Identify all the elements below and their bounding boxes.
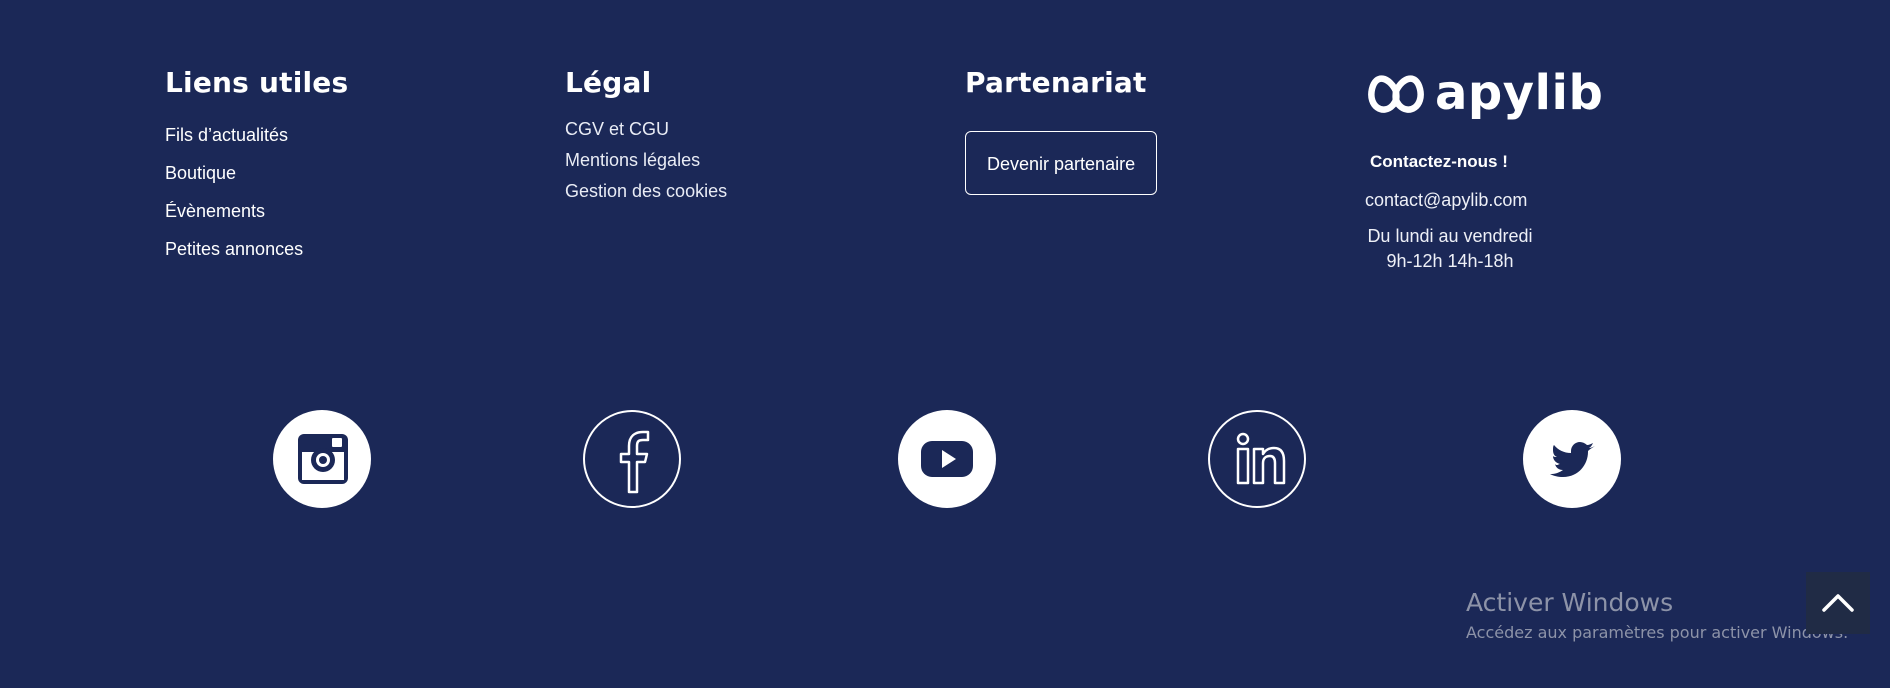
opening-hours: Du lundi au vendredi 9h-12h 14h-18h: [1365, 224, 1535, 274]
list-item: Mentions légales: [565, 146, 727, 177]
link-events[interactable]: Évènements: [165, 201, 265, 221]
list-item: Fils d’actualités: [165, 121, 348, 159]
youtube-link[interactable]: [898, 410, 996, 508]
windows-activation-watermark: Activer Windows Accédez aux paramètres p…: [1466, 588, 1848, 642]
link-cookie-settings[interactable]: Gestion des cookies: [565, 181, 727, 201]
facebook-link[interactable]: [583, 410, 681, 508]
link-news-feed[interactable]: Fils d’actualités: [165, 125, 288, 145]
partnership-title: Partenariat: [965, 66, 1147, 99]
hours-days: Du lundi au vendredi: [1367, 226, 1533, 246]
list-item: Évènements: [165, 197, 348, 235]
link-terms[interactable]: CGV et CGU: [565, 119, 669, 139]
link-classifieds[interactable]: Petites annonces: [165, 239, 303, 259]
activation-subtitle: Accédez aux paramètres pour activer Wind…: [1466, 623, 1849, 642]
chevron-up-icon: [1822, 594, 1854, 612]
instagram-icon: [298, 434, 348, 484]
logo-text: apylib: [1435, 65, 1604, 121]
scroll-to-top-button[interactable]: [1806, 572, 1870, 634]
hours-times: 9h-12h 14h-18h: [1386, 251, 1514, 271]
legal-section: Légal CGV et CGU Mentions légales Gestio…: [565, 66, 727, 208]
list-item: CGV et CGU: [565, 115, 727, 146]
partnership-section: Partenariat Devenir partenaire: [965, 66, 1158, 195]
list-item: Gestion des cookies: [565, 177, 727, 208]
contact-title: Contactez-nous !: [1370, 152, 1508, 171]
youtube-icon: [921, 441, 973, 477]
contact-email-link[interactable]: contact@apylib.com: [1365, 190, 1603, 211]
useful-links-list: Fils d’actualités Boutique Évènements Pe…: [165, 121, 348, 273]
become-partner-button[interactable]: Devenir partenaire: [965, 131, 1158, 195]
list-item: Boutique: [165, 159, 348, 197]
legal-title: Légal: [565, 66, 652, 99]
activation-title: Activer Windows: [1466, 588, 1674, 617]
facebook-icon: [619, 430, 650, 494]
apylib-logo-icon: [1368, 75, 1424, 113]
linkedin-link[interactable]: [1208, 410, 1306, 508]
twitter-link[interactable]: [1523, 410, 1621, 508]
contact-section: apylib Contactez-nous ! contact@apylib.c…: [1365, 64, 1603, 274]
legal-links-list: CGV et CGU Mentions légales Gestion des …: [565, 115, 727, 208]
linkedin-icon: [1236, 432, 1286, 485]
list-item: Petites annonces: [165, 235, 348, 273]
apylib-logo[interactable]: apylib: [1365, 64, 1603, 122]
twitter-icon: [1550, 442, 1595, 477]
link-shop[interactable]: Boutique: [165, 163, 236, 183]
link-legal-notice[interactable]: Mentions légales: [565, 150, 700, 170]
instagram-link[interactable]: [273, 410, 371, 508]
useful-links-section: Liens utiles Fils d’actualités Boutique …: [165, 66, 348, 273]
useful-links-title: Liens utiles: [165, 66, 349, 99]
